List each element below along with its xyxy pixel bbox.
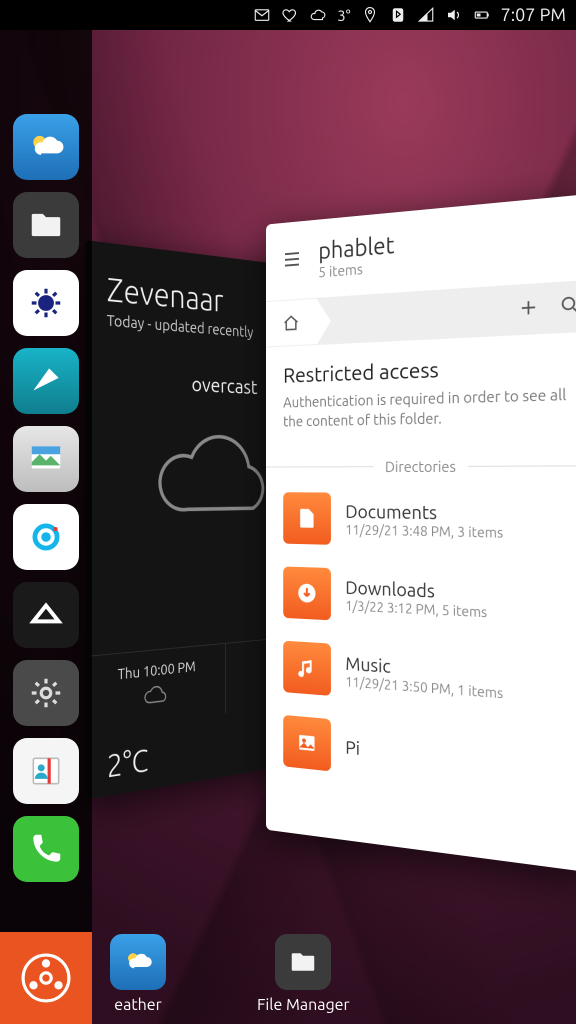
launcher-weather[interactable] <box>13 114 79 180</box>
dir-name: Documents <box>345 500 503 524</box>
directory-list: Documents11/29/21 3:48 PM, 3 itemsDownlo… <box>266 480 576 811</box>
restricted-body: Authentication is required in order to s… <box>283 384 571 432</box>
switcher-card-files[interactable]: phablet 5 items Restricted access Authen… <box>266 194 576 873</box>
launcher-contacts[interactable] <box>13 738 79 804</box>
launcher-settings[interactable] <box>13 660 79 726</box>
hamburger-icon[interactable] <box>281 247 302 275</box>
weather-hour-label: Thu 10:00 PM <box>85 655 225 686</box>
launcher-files[interactable] <box>13 192 79 258</box>
section-label: Directories <box>385 457 456 474</box>
launcher-covid[interactable] <box>13 270 79 336</box>
bluetooth-icon <box>389 6 407 24</box>
restricted-title: Restricted access <box>283 352 571 388</box>
volume-icon <box>445 6 463 24</box>
section-header: Directories <box>266 437 576 481</box>
launcher <box>0 30 92 1024</box>
launcher-phone[interactable] <box>13 816 79 882</box>
restricted-banner: Restricted access Authentication is requ… <box>266 332 576 442</box>
caption-label: File Manager <box>257 996 350 1014</box>
caption-files[interactable]: File Manager <box>257 934 350 1014</box>
caption-weather[interactable]: eather <box>110 934 166 1014</box>
weather-temp-now: 2°C <box>107 743 149 785</box>
mail-icon <box>253 6 271 24</box>
launcher-home-button[interactable] <box>0 932 92 1024</box>
dir-name: Pi <box>345 735 360 758</box>
folder-icon <box>283 492 331 545</box>
breadcrumb-home[interactable] <box>266 299 317 347</box>
launcher-dekko[interactable] <box>13 348 79 414</box>
folder-icon <box>283 640 331 695</box>
location-icon <box>361 6 379 24</box>
directory-row[interactable]: Documents11/29/21 3:48 PM, 3 items <box>266 480 576 563</box>
heart-icon <box>281 6 299 24</box>
launcher-camera[interactable] <box>13 504 79 570</box>
battery-icon <box>473 6 491 24</box>
status-temp: 3° <box>337 7 350 24</box>
launcher-gallery[interactable] <box>13 426 79 492</box>
folder-icon <box>283 566 331 620</box>
launcher-anbox[interactable] <box>13 582 79 648</box>
status-bar: 3° 7:07 PM <box>0 0 576 30</box>
add-icon[interactable] <box>517 295 540 323</box>
search-icon[interactable] <box>559 292 576 321</box>
dir-detail: 11/29/21 3:48 PM, 3 items <box>345 521 503 540</box>
status-time: 7:07 PM <box>501 5 566 25</box>
signal-icon <box>417 6 435 24</box>
folder-icon <box>283 714 331 771</box>
cloud-icon <box>309 6 327 24</box>
caption-label: eather <box>114 996 161 1014</box>
